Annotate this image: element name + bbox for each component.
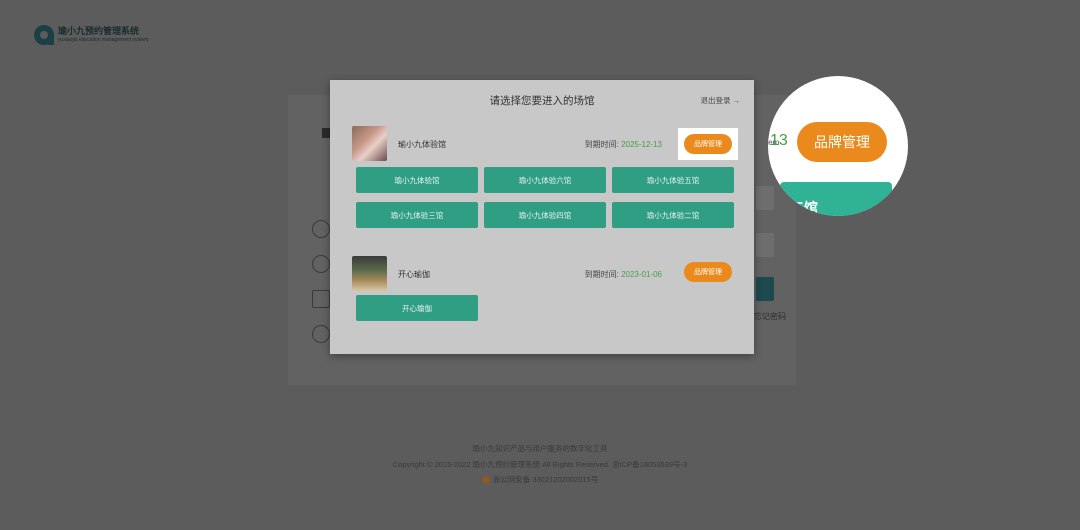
brand-thumbnail bbox=[352, 126, 387, 161]
zoom-date-fragment: 13 bbox=[770, 132, 788, 149]
hall-button[interactable]: 开心瑜伽 bbox=[356, 295, 478, 321]
police-badge-icon bbox=[481, 475, 490, 484]
app-logo: 瑜小九预约管理系统 yuxiaojiu education management… bbox=[34, 25, 148, 45]
app-name-en: yuxiaojiu education management system bbox=[58, 37, 149, 43]
brand-manage-button[interactable]: 品牌管理 bbox=[684, 262, 732, 282]
expiry-info: 到期时间: 2025-12-13 bbox=[585, 139, 662, 150]
zoom-brand-manage-button: 品牌管理 bbox=[797, 122, 887, 162]
expiry-label: 到期时间: bbox=[584, 140, 619, 149]
brand-row: 开心瑜伽 到期时间: 2023-01-06 品牌管理 bbox=[352, 256, 732, 292]
expiry-date: 2023-01-06 bbox=[621, 270, 662, 279]
hall-button[interactable]: 瑜小九体验四馆 bbox=[484, 202, 606, 228]
logo-icon bbox=[34, 25, 54, 45]
hall-button[interactable]: 瑜小九体验馆 bbox=[356, 167, 478, 193]
hall-button[interactable]: 瑜小九体验二馆 bbox=[612, 202, 734, 228]
zoom-hall-fragment: 五馆 bbox=[790, 200, 818, 216]
brand-name: 瑜小九体验馆 bbox=[398, 140, 446, 149]
modal-title: 请选择您要进入的场馆 bbox=[489, 95, 595, 107]
brand-row: 瑜小九体验馆 到期时间: 2025-12-13 bbox=[352, 126, 732, 162]
brand-manage-button[interactable]: 品牌管理 bbox=[684, 134, 732, 154]
app-name: 瑜小九预约管理系统 bbox=[58, 26, 140, 36]
footer-copyright[interactable]: Copyright © 2015-2022 瑜小九预约管理系统 All Righ… bbox=[0, 459, 1080, 470]
hall-button[interactable]: 瑜小九体验三馆 bbox=[356, 202, 478, 228]
expiry-info: 到期时间: 2023-01-06 bbox=[585, 269, 662, 280]
hall-button[interactable]: 瑜小九体验五馆 bbox=[612, 167, 734, 193]
logout-link[interactable]: 退出登录 → bbox=[701, 95, 741, 106]
arrow-right-icon: → bbox=[732, 96, 741, 105]
footer-police[interactable]: 浙公网安备 33021202002015号 bbox=[0, 474, 1080, 485]
login-tab-fragment bbox=[322, 128, 330, 138]
footer-police-text: 浙公网安备 33021202002015号 bbox=[492, 475, 599, 484]
expiry-date: 2025-12-13 bbox=[621, 140, 662, 149]
brand-thumbnail bbox=[352, 256, 387, 291]
expiry-label: 到期时间: bbox=[584, 270, 619, 279]
brand-name: 开心瑜伽 bbox=[398, 270, 430, 279]
logout-label: 退出登录 bbox=[700, 96, 731, 105]
brand-logo-icon bbox=[312, 325, 330, 343]
password-input[interactable] bbox=[756, 233, 774, 257]
login-button[interactable] bbox=[756, 277, 774, 301]
venue-select-modal: 请选择您要进入的场馆 退出登录 → 瑜小九体验馆 到期时间: 2025-12-1… bbox=[330, 80, 754, 354]
brand-logo-icon bbox=[312, 220, 330, 238]
forgot-password-link[interactable]: 忘记密码 bbox=[754, 311, 786, 322]
footer-tagline: 瑜小九知识产品与用户服务的数字化工具 bbox=[472, 444, 608, 453]
brand-logo-icon bbox=[312, 290, 330, 308]
hall-button[interactable]: 瑜小九体验六馆 bbox=[484, 167, 606, 193]
username-input[interactable] bbox=[756, 186, 774, 210]
brand-logo-icon bbox=[312, 255, 330, 273]
zoom-magnifier: tem 13 品牌管理 五馆 bbox=[768, 76, 908, 216]
